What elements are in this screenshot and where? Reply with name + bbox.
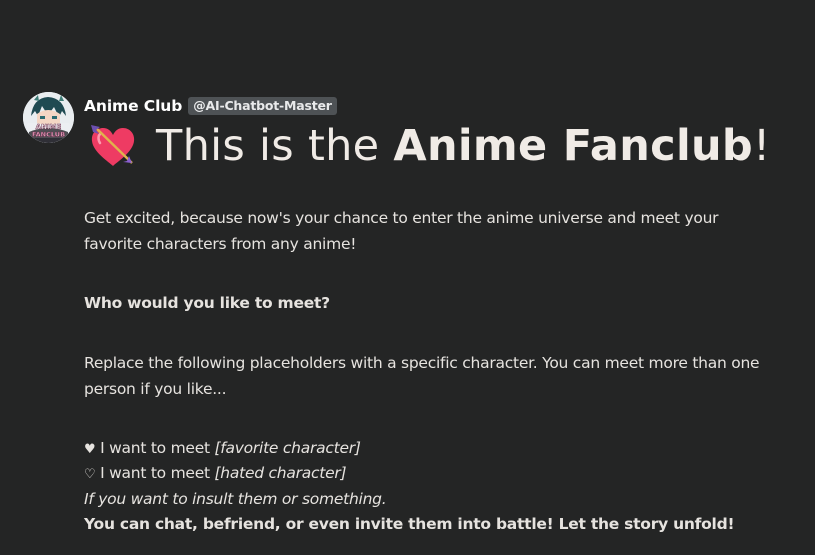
intro-line-1: Get excited, because now's your chance t…: [84, 209, 719, 227]
closing-line: You can chat, befriend, or even invite t…: [84, 515, 735, 533]
list-text: I want to meet: [95, 439, 215, 457]
instructions-line-1: Replace the following placeholders with …: [84, 354, 760, 372]
title-prefix: This is the: [156, 121, 394, 171]
title-suffix: !: [752, 121, 771, 171]
outline-heart-icon: ♡: [84, 467, 96, 482]
message-header: Anime Club @AI-Chatbot-Master: [84, 95, 337, 117]
heart-with-arrow-icon: [91, 125, 135, 166]
avatar[interactable]: ANIME FANCLUB: [23, 92, 74, 143]
placeholder-hated: [hated character]: [214, 464, 347, 482]
author-name[interactable]: Anime Club: [84, 97, 182, 115]
intro-line-2: favorite characters from any anime!: [84, 235, 357, 253]
page-title: This is the Anime Fanclub!: [88, 116, 771, 176]
title-bold: Anime Fanclub: [393, 121, 753, 171]
instructions-line-2: person if you like...: [84, 380, 227, 398]
insult-note: If you want to insult them or something.: [84, 490, 387, 508]
question-heading: Who would you like to meet?: [84, 294, 330, 312]
list-item-favorite: ♥ I want to meet [favorite character]: [84, 435, 361, 463]
title-heading: This is the Anime Fanclub!: [156, 121, 771, 171]
placeholder-favorite: [favorite character]: [214, 439, 361, 457]
list-item-hated: ♡ I want to meet [hated character]: [84, 460, 347, 488]
avatar-text-fanclub: FANCLUB: [32, 131, 65, 139]
filled-heart-icon: ♥: [84, 442, 96, 457]
author-tag[interactable]: @AI-Chatbot-Master: [188, 97, 337, 115]
list-text: I want to meet: [95, 464, 215, 482]
